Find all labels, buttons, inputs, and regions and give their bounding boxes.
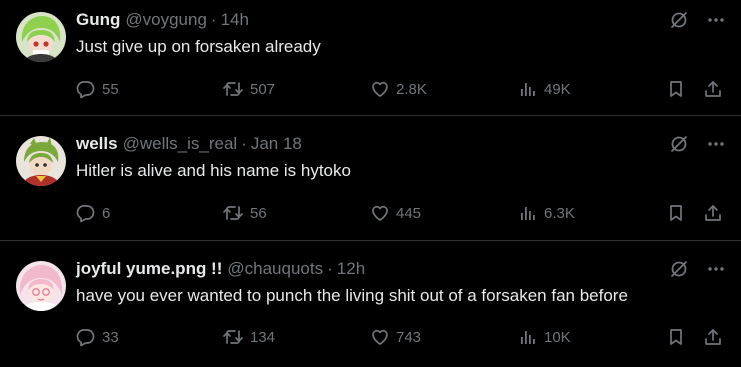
- user-handle[interactable]: @chauquots: [227, 259, 323, 279]
- tweet-text: Hitler is alive and his name is hytoko: [76, 161, 351, 180]
- avatar[interactable]: [16, 136, 66, 186]
- user-handle[interactable]: @wells_is_real: [123, 134, 238, 154]
- like-count: 743: [396, 328, 422, 346]
- timestamp[interactable]: 14h: [221, 10, 249, 30]
- tweet-header: wells @wells_is_real · Jan 18: [76, 134, 725, 156]
- tweet-body: joyful yume.png !! @chauquots · 12h have…: [76, 259, 725, 307]
- tweet[interactable]: joyful yume.png !! @chauquots · 12h have…: [0, 241, 741, 367]
- like-button[interactable]: 445: [370, 201, 421, 225]
- display-name[interactable]: joyful yume.png !!: [76, 259, 222, 279]
- share-icon: [705, 81, 721, 97]
- more-icon[interactable]: [707, 260, 725, 278]
- tweet-actions: 6 56 445 6.3K: [76, 201, 725, 225]
- more-icon[interactable]: [707, 135, 725, 153]
- views-button[interactable]: 49K: [518, 77, 571, 101]
- repost-icon: [223, 330, 243, 344]
- display-name[interactable]: Gung: [76, 10, 120, 30]
- views-icon: [521, 331, 535, 344]
- repost-icon: [223, 82, 243, 96]
- like-count: 2.8K: [396, 80, 427, 98]
- reply-count: 55: [102, 80, 119, 98]
- bookmark-button[interactable]: [666, 201, 686, 225]
- separator-dot: ·: [241, 134, 247, 153]
- tweet-text: Just give up on forsaken already: [76, 37, 321, 56]
- tweet-body: wells @wells_is_real · Jan 18 Hitler is …: [76, 134, 725, 182]
- views-count: 6.3K: [544, 204, 575, 222]
- reply-icon: [76, 81, 95, 99]
- reply-button[interactable]: 6: [76, 201, 110, 225]
- repost-button[interactable]: 507: [222, 77, 275, 101]
- repost-count: 507: [250, 80, 276, 98]
- bookmark-button[interactable]: [666, 325, 686, 349]
- avatar[interactable]: [16, 261, 66, 311]
- heart-icon: [372, 205, 388, 221]
- grok-icon[interactable]: [669, 134, 689, 154]
- views-icon: [521, 83, 535, 96]
- views-count: 10K: [544, 328, 571, 346]
- reply-button[interactable]: 55: [76, 77, 119, 101]
- views-icon: [521, 207, 535, 220]
- views-count: 49K: [544, 80, 571, 98]
- tweet[interactable]: wells @wells_is_real · Jan 18 Hitler is …: [0, 116, 741, 241]
- timestamp[interactable]: 12h: [337, 259, 365, 279]
- more-icon[interactable]: [707, 11, 725, 29]
- timestamp[interactable]: Jan 18: [251, 134, 302, 154]
- repost-button[interactable]: 56: [222, 201, 267, 225]
- separator-dot: ·: [327, 259, 333, 278]
- separator-dot: ·: [210, 10, 217, 29]
- views-button[interactable]: 6.3K: [518, 201, 575, 225]
- bookmark-button[interactable]: [666, 77, 686, 101]
- tweet-actions: 33 134 743 10K: [76, 325, 725, 349]
- bookmark-icon: [670, 205, 682, 221]
- tweet-header: Gung @voygung · 14h: [76, 10, 725, 32]
- reply-icon: [76, 329, 95, 347]
- like-button[interactable]: 743: [370, 325, 421, 349]
- repost-icon: [223, 206, 243, 220]
- user-handle[interactable]: @voygung: [125, 10, 207, 30]
- share-button[interactable]: [703, 201, 723, 225]
- grok-icon[interactable]: [669, 259, 689, 279]
- avatar[interactable]: [16, 12, 66, 62]
- tweet-top-icons: [669, 10, 725, 30]
- reply-count: 6: [102, 204, 111, 222]
- repost-button[interactable]: 134: [222, 325, 275, 349]
- views-button[interactable]: 10K: [518, 325, 571, 349]
- share-icon: [705, 205, 721, 221]
- tweet-top-icons: [669, 259, 725, 279]
- repost-count: 134: [250, 328, 276, 346]
- tweet[interactable]: Gung @voygung · 14h Just give up on fors…: [0, 0, 741, 116]
- reply-icon: [76, 205, 95, 223]
- like-button[interactable]: 2.8K: [370, 77, 427, 101]
- timeline-feed: Gung @voygung · 14h Just give up on fors…: [0, 0, 741, 367]
- heart-icon: [372, 81, 388, 97]
- bookmark-icon: [670, 329, 682, 345]
- bookmark-icon: [670, 81, 682, 97]
- share-button[interactable]: [703, 77, 723, 101]
- share-icon: [705, 329, 721, 345]
- tweet-top-icons: [669, 134, 725, 154]
- reply-button[interactable]: 33: [76, 325, 119, 349]
- grok-icon[interactable]: [669, 10, 689, 30]
- share-button[interactable]: [703, 325, 723, 349]
- tweet-actions: 55 507 2.8K 49K: [76, 77, 725, 101]
- heart-icon: [372, 329, 388, 345]
- display-name[interactable]: wells: [76, 134, 118, 154]
- tweet-header: joyful yume.png !! @chauquots · 12h: [76, 259, 725, 281]
- tweet-text: have you ever wanted to punch the living…: [76, 286, 628, 305]
- tweet-body: Gung @voygung · 14h Just give up on fors…: [76, 10, 725, 58]
- repost-count: 56: [250, 204, 267, 222]
- like-count: 445: [396, 204, 422, 222]
- reply-count: 33: [102, 328, 119, 346]
